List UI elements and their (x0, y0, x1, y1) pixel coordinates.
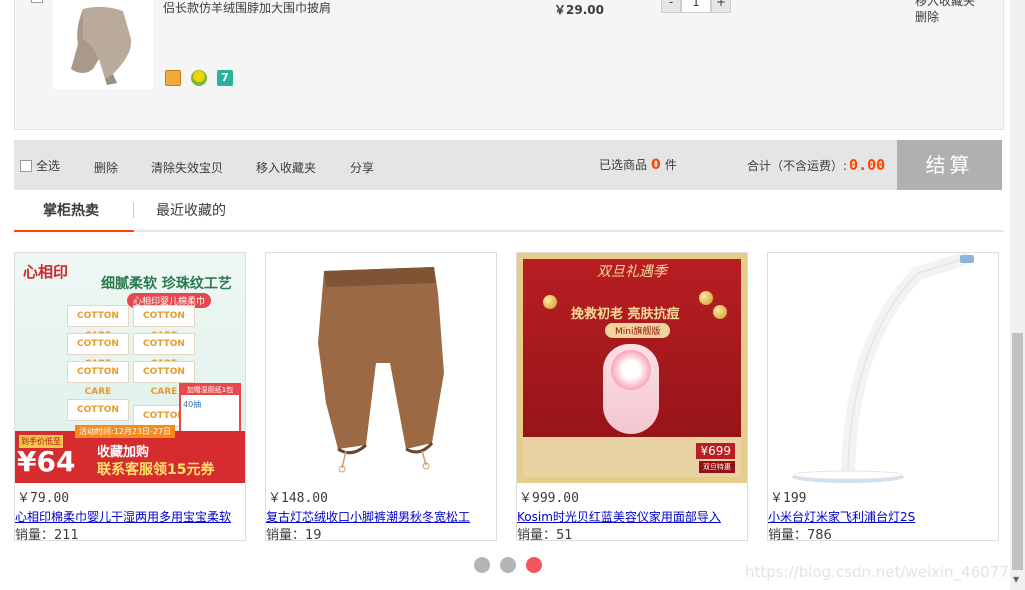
item-operations: 移入收藏夹 删除 (915, 0, 975, 25)
item-title[interactable]: 侣长款仿羊绒围脖加大围巾披肩 (163, 0, 363, 16)
ad-slogan: 挽救初老 亮肤抗痘 (571, 307, 680, 322)
share-link[interactable]: 分享 (350, 159, 374, 176)
tissue-pack: COTTON CARE (67, 333, 129, 369)
qty-increase-button[interactable]: + (711, 0, 731, 13)
product-card[interactable]: ￥148.00 复古灯芯绒收口小脚裤潮男秋冬宽松工 销量：19 (265, 252, 497, 543)
service-icons: 7 (165, 70, 233, 86)
seven-day-return-icon[interactable]: 7 (217, 70, 233, 86)
item-thumbnail[interactable] (53, 0, 153, 89)
qty-decrease-button[interactable]: - (661, 0, 681, 13)
ad-promo-strip: 到手价低至 ¥64 活动时间:12月23日-27日 收藏加购 联系客服领15元券 (15, 425, 245, 483)
select-all-checkbox[interactable] (20, 159, 32, 172)
total-label: 合计（不含运费）: (747, 159, 848, 173)
ornament-ball (543, 295, 557, 309)
carousel-dots (474, 557, 542, 573)
scroll-down-arrow-icon[interactable]: ▼ (1013, 575, 1019, 584)
total-amount: 0.00 (849, 156, 886, 174)
product-sales: 销量：786 (768, 528, 832, 543)
product-card[interactable]: 双旦礼遇季 挽救初老 亮肤抗痘 Mini旗舰版 ¥699 双旦特惠 ￥999.0… (516, 252, 748, 543)
ad-price: ¥699 (696, 443, 735, 459)
product-carousel: 心相印 细腻柔软 珍珠纹工艺 心相印婴儿棉柔巾 COTTON CARE COTT… (14, 252, 1004, 543)
selected-label: 已选商品 (599, 158, 648, 172)
tissue-pack: COTTON CARE (67, 361, 129, 397)
tab-divider (133, 202, 134, 218)
cart-item: 侣长款仿羊绒围脖加大围巾披肩 7 ￥29.00 - 1 + 移入收藏夹 删除 (14, 0, 1004, 130)
select-all-label[interactable]: 全选 (36, 157, 60, 174)
product-image[interactable]: 双旦礼遇季 挽救初老 亮肤抗痘 Mini旗舰版 ¥699 双旦特惠 (517, 253, 747, 483)
item-checkbox[interactable] (31, 0, 43, 3)
recommend-tabs: 掌柜热卖 最近收藏的 (14, 190, 1004, 232)
beauty-device-ad-banner: 双旦礼遇季 挽救初老 亮肤抗痘 Mini旗舰版 ¥699 双旦特惠 (517, 253, 747, 483)
product-title-link[interactable]: 小米台灯米家飞利浦台灯2S (768, 508, 998, 525)
clear-invalid-link[interactable]: 清除失效宝贝 (151, 159, 223, 176)
tissue-pack: COTTON CARE (67, 305, 129, 341)
quantity-stepper: - 1 + (661, 0, 731, 13)
product-image[interactable] (266, 253, 496, 483)
active-tab-indicator (14, 230, 134, 232)
delete-selected-link[interactable]: 删除 (94, 159, 118, 176)
gift-pack: 加赠湿厕纸1包 40抽 (179, 383, 241, 433)
tissue-pack: COTTON CARE (133, 333, 195, 369)
corduroy-pants-photo (266, 253, 496, 483)
ornament-ball (713, 305, 727, 319)
scrollbar-thumb[interactable] (1012, 333, 1023, 570)
desk-lamp-photo (768, 253, 998, 483)
product-title-link[interactable]: 复古灯芯绒收口小脚裤潮男秋冬宽松工 (266, 508, 496, 525)
delete-item-link[interactable]: 删除 (915, 9, 975, 25)
product-price: ￥148.00 (268, 491, 328, 506)
tissue-pack: COTTON CARE (67, 399, 129, 435)
product-card[interactable]: ￥199 小米台灯米家飞利浦台灯2S 销量：786 (767, 252, 999, 543)
move-to-favorite-link[interactable]: 移入收藏夹 (256, 159, 316, 176)
brand-logo: 心相印 (23, 263, 69, 281)
product-price: ￥999.00 (519, 491, 579, 506)
ad-badge: 双旦特惠 (699, 461, 735, 473)
carousel-dot[interactable] (474, 557, 490, 573)
product-card[interactable]: 心相印 细腻柔软 珍珠纹工艺 心相印婴儿棉柔巾 COTTON CARE COTT… (14, 252, 246, 543)
ad-edition: Mini旗舰版 (605, 323, 671, 338)
product-price: ￥79.00 (17, 491, 70, 506)
item-price: ￥29.00 (554, 3, 604, 17)
tissue-pack: COTTON CARE (133, 305, 195, 341)
product-sales: 销量：211 (15, 528, 79, 543)
carousel-dot-active[interactable] (526, 557, 542, 573)
watermark: https://blog.csdn.net/weixin_46077567 (745, 563, 1025, 581)
flower-icon[interactable] (191, 70, 207, 86)
ad-title: 双旦礼遇季 (597, 264, 667, 280)
tissue-ad-banner: 心相印 细腻柔软 珍珠纹工艺 心相印婴儿棉柔巾 COTTON CARE COTT… (15, 253, 245, 483)
move-to-favorite-link[interactable]: 移入收藏夹 (915, 0, 975, 9)
select-all[interactable]: 全选 (20, 157, 60, 174)
product-sales: 销量：19 (266, 528, 322, 543)
vertical-scrollbar[interactable]: ▼ (1010, 0, 1025, 590)
qty-input[interactable]: 1 (681, 0, 711, 13)
ad-headline: 细腻柔软 珍珠纹工艺 (101, 276, 232, 292)
selected-unit: 件 (664, 158, 677, 172)
product-image[interactable] (768, 253, 998, 483)
checkout-button[interactable]: 结算 (897, 140, 1002, 190)
product-image[interactable]: 心相印 细腻柔软 珍珠纹工艺 心相印婴儿棉柔巾 COTTON CARE COTT… (15, 253, 245, 483)
cart-action-bar: 全选 删除 清除失效宝贝 移入收藏夹 分享 已选商品 0 件 合计（不含运费）: 0.… (14, 140, 1002, 190)
selected-count: 已选商品 0 件 (599, 156, 677, 173)
carousel-dot[interactable] (500, 557, 516, 573)
product-sales: 销量：51 (517, 528, 573, 543)
tissue-pack: COTTON CARE (133, 361, 195, 397)
credit-card-icon[interactable] (165, 70, 181, 86)
tab-recent-favorites[interactable]: 最近收藏的 (156, 200, 226, 220)
product-title-link[interactable]: Kosim时光贝红蓝美容仪家用面部导入 (517, 508, 747, 525)
beauty-device (603, 344, 659, 434)
tab-hot-sale[interactable]: 掌柜热卖 (43, 200, 99, 220)
selected-number: 0 (651, 157, 661, 173)
total-price: 合计（不含运费）: 0.00 (747, 156, 885, 174)
product-title-link[interactable]: 心相印棉柔巾婴儿干湿两用多用宝宝柔软 (15, 508, 245, 525)
ornament-ball (699, 291, 713, 305)
product-price: ￥199 (770, 491, 807, 506)
